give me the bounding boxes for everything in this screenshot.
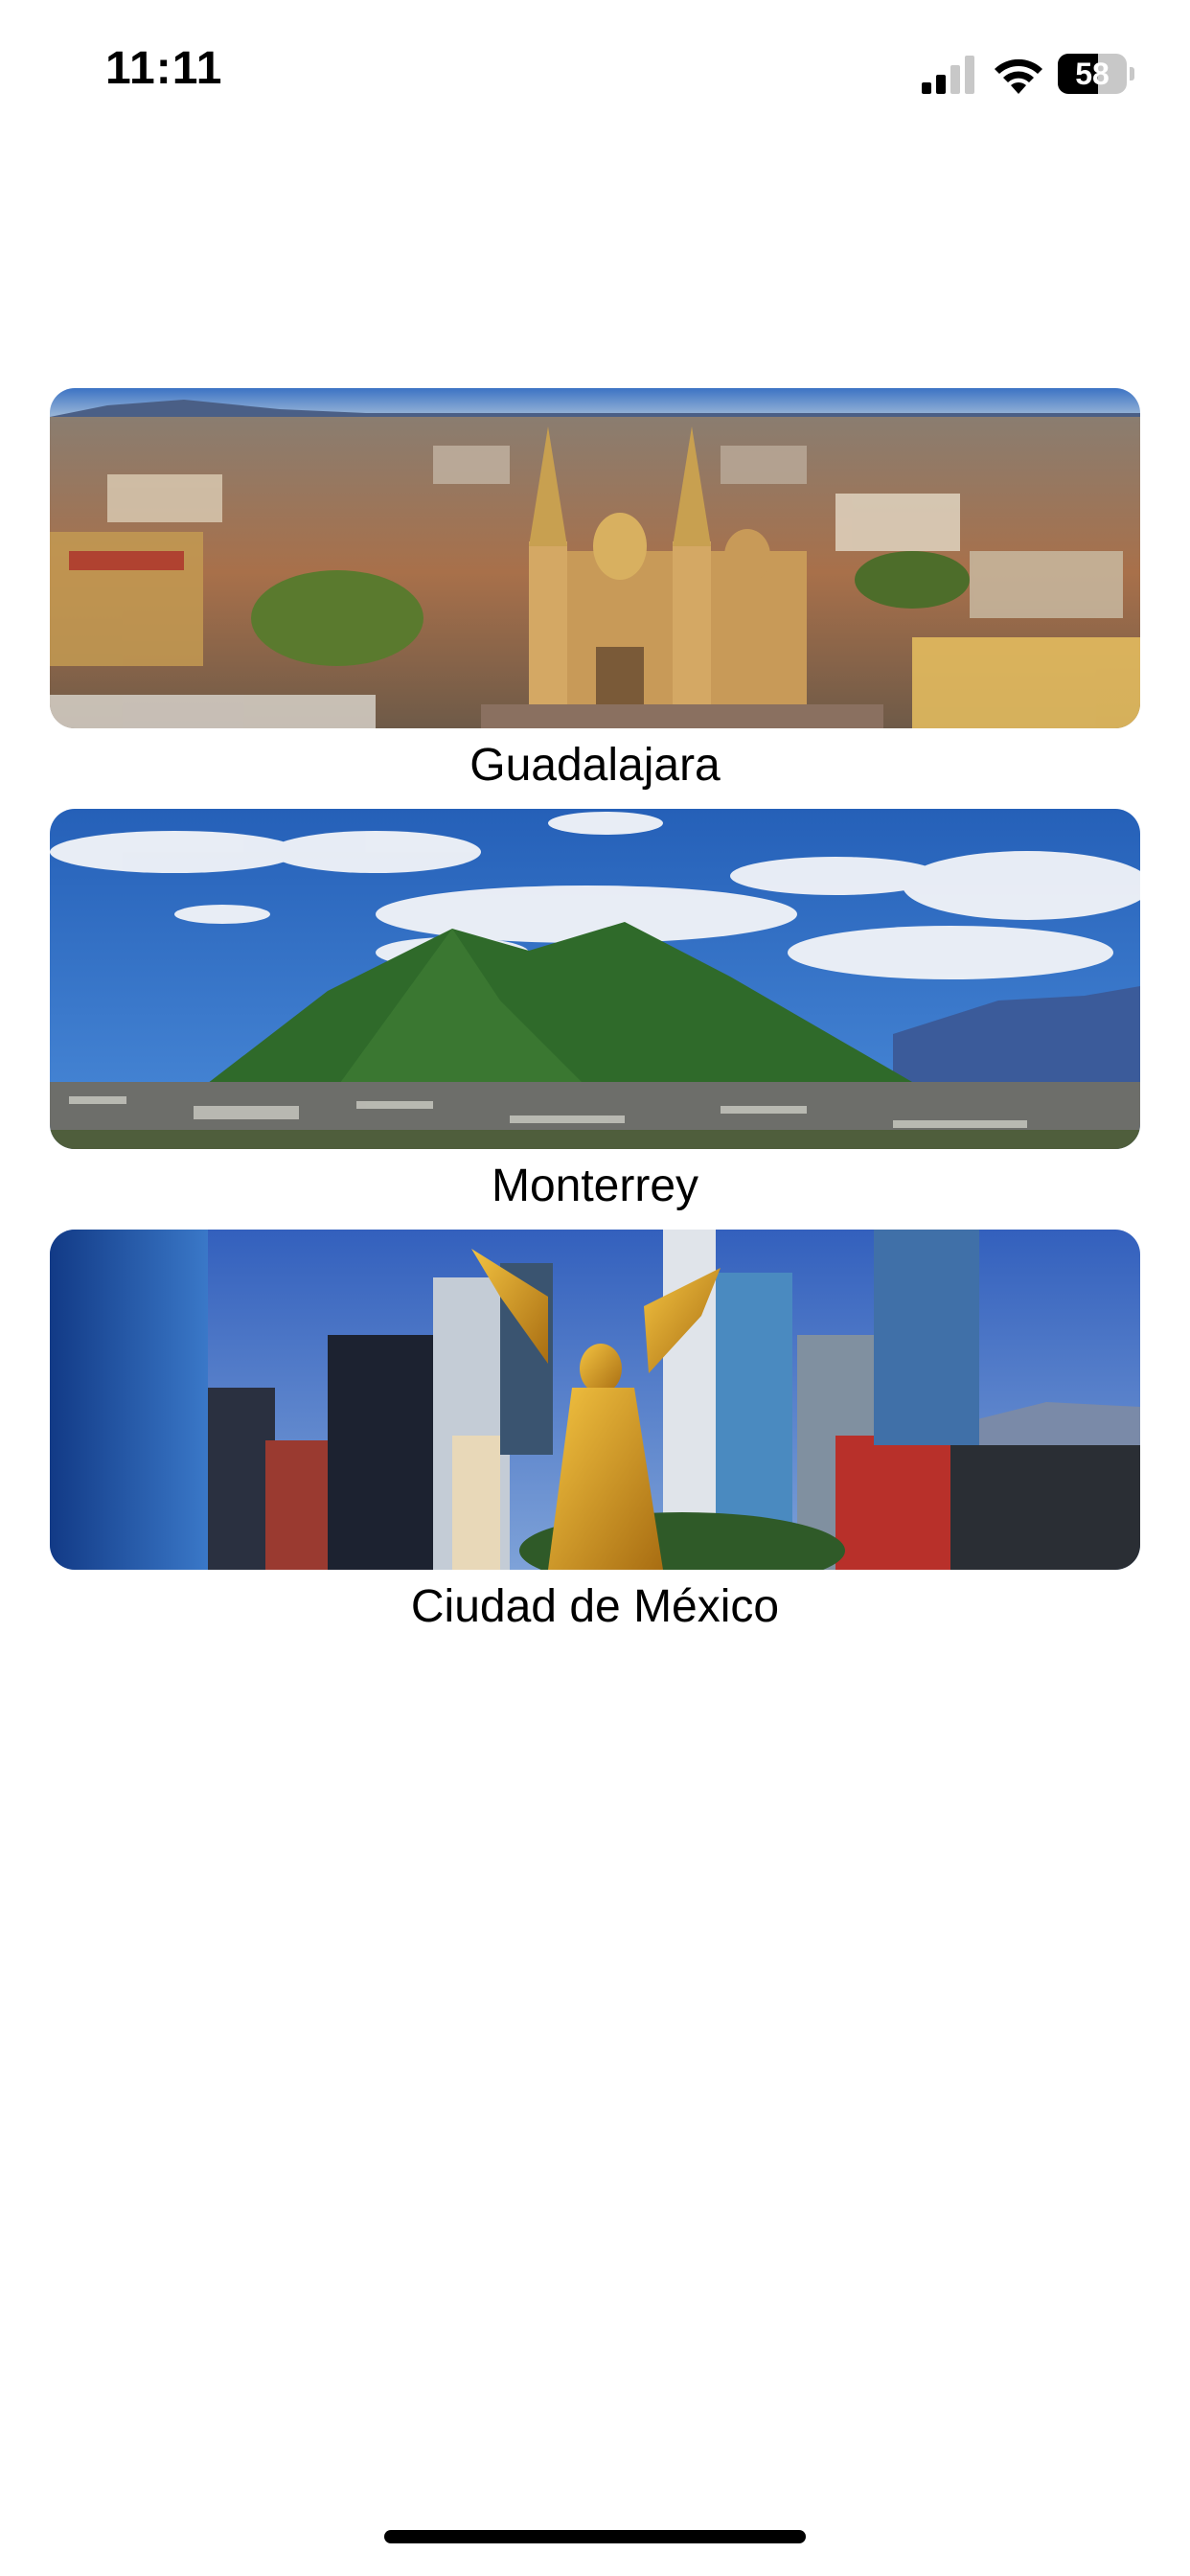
city-name-ciudad-de-mexico: Ciudad de México (410, 1581, 780, 1632)
city-card-guadalajara[interactable]: Guadalajara (50, 388, 1140, 794)
cellular-signal-icon (922, 56, 974, 94)
status-bar: 11:11 58 (0, 0, 1190, 144)
city-name-monterrey: Monterrey (491, 1161, 699, 1211)
monterrey-photo[interactable] (50, 809, 1140, 1149)
battery-icon: 58 (1058, 54, 1134, 94)
city-name-guadalajara: Guadalajara (469, 740, 721, 791)
guadalajara-photo[interactable] (50, 388, 1140, 728)
status-time: 11:11 (105, 43, 223, 94)
ciudad-de-mexico-photo[interactable] (50, 1230, 1140, 1570)
city-card-ciudad-de-mexico[interactable]: Ciudad de México (50, 1230, 1140, 1635)
wifi-icon (995, 58, 1042, 94)
home-indicator[interactable] (384, 2530, 806, 2543)
city-card-monterrey[interactable]: Monterrey (50, 809, 1140, 1214)
battery-level: 58 (1075, 57, 1110, 91)
